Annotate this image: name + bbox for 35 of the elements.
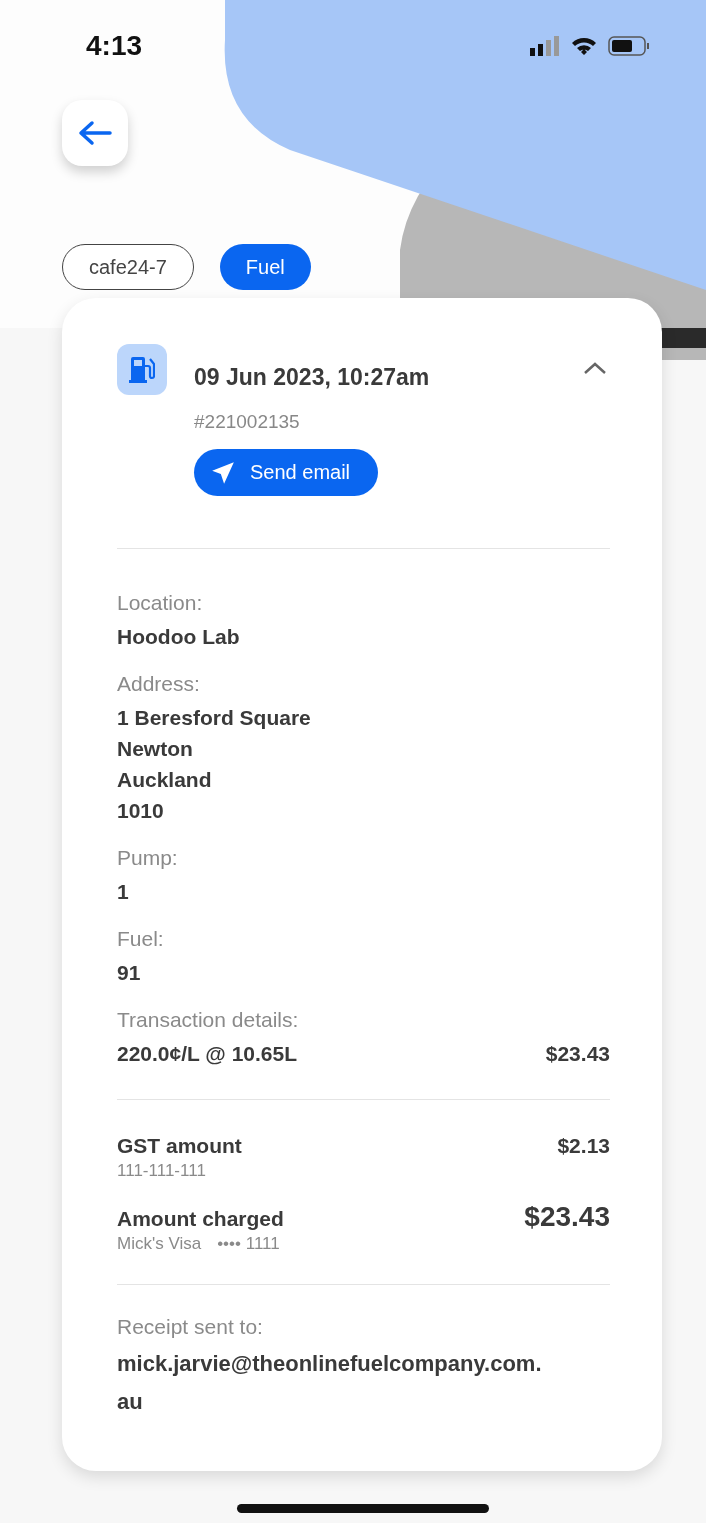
gst-label: GST amount — [117, 1133, 242, 1159]
detail-label: Address: — [117, 672, 201, 696]
card-name: Mick's Visa — [117, 1234, 202, 1254]
detail-label: Receipt sent to: — [117, 1315, 264, 1339]
detail-label: Location: — [117, 591, 204, 615]
transaction-amount: $23.43 — [545, 1041, 610, 1067]
amount-charged: $23.43 — [524, 1201, 610, 1233]
detail-value: Newton — [117, 736, 194, 762]
detail-label: Fuel: — [117, 927, 165, 951]
battery-icon — [608, 35, 650, 57]
amount-charged-label: Amount charged — [117, 1206, 284, 1232]
back-button[interactable] — [62, 100, 128, 166]
receipt-email: mick.jarvie@theonlinefuelcompany.com.au — [117, 1350, 543, 1416]
detail-value: 220.0¢/L @ 10.65L — [117, 1041, 298, 1067]
detail-label: Transaction details: — [117, 1008, 300, 1032]
detail-value: 1010 — [117, 798, 165, 824]
paper-plane-icon — [210, 459, 236, 486]
detail-label: Pump: — [117, 846, 179, 870]
filter-tag[interactable]: cafe24-7 — [62, 244, 194, 290]
card-number: •••• 1111 — [217, 1234, 280, 1254]
receipt-number: #221002135 — [194, 411, 300, 433]
back-arrow-icon — [78, 120, 112, 146]
detail-value: Hoodoo Lab — [117, 624, 241, 650]
signal-icon — [530, 36, 560, 56]
wifi-icon — [570, 35, 598, 57]
detail-value: Auckland — [117, 767, 213, 793]
receipt-datetime: 09 Jun 2023, 10:27am — [194, 364, 430, 391]
detail-value: 1 Beresford Square — [117, 705, 312, 731]
gst-number: 111-111-111 — [117, 1161, 207, 1181]
detail-value: 1 — [117, 879, 130, 905]
gst-amount: $2.13 — [557, 1133, 610, 1159]
fuel-pump-icon — [117, 344, 167, 395]
detail-value: 91 — [117, 960, 142, 986]
send-email-button[interactable]: Send email — [194, 449, 379, 496]
status-time: 4:13 — [86, 30, 143, 62]
